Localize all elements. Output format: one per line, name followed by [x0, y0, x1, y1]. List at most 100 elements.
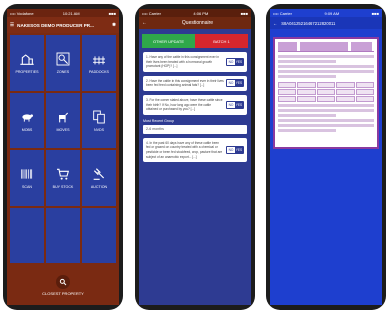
document-header	[278, 42, 374, 52]
yes-option[interactable]: YES	[235, 80, 243, 87]
document-line	[278, 70, 374, 73]
tile-properties[interactable]: PROPERTIES	[10, 35, 44, 91]
document-line	[278, 65, 374, 68]
paddock-icon	[93, 56, 105, 65]
page-title: Questionnaire	[181, 20, 214, 26]
tile-empty	[46, 207, 80, 263]
question-card: 1. Have any of the cattle in this consig…	[143, 52, 247, 72]
question-card: 4. In the past 60 days have any of these…	[143, 137, 247, 163]
status-bar: •••• Vodafone 10:21 AM ■■■	[7, 9, 119, 17]
barcode-icon	[21, 169, 33, 179]
no-option[interactable]: NO	[227, 146, 235, 153]
question-text: 2. Have the cattle in this consignment e…	[146, 78, 224, 88]
tile-empty	[82, 207, 116, 263]
tile-label: MOBS	[21, 127, 33, 132]
app-header: ← S8A04125216467212820011	[270, 17, 382, 29]
gavel-icon	[93, 168, 105, 181]
tile-label: PROPERTIES	[15, 70, 39, 75]
yes-no-toggle[interactable]: NO YES	[226, 145, 244, 154]
hamburger-icon[interactable]: ☰	[10, 22, 14, 28]
tile-buy-stock[interactable]: BUY STOCK	[46, 150, 80, 206]
yes-no-toggle[interactable]: NO YES	[226, 57, 244, 66]
document-line	[278, 129, 336, 132]
yes-no-toggle[interactable]: NO YES	[226, 79, 244, 88]
battery-icon: ■■■	[108, 10, 116, 16]
no-option[interactable]: NO	[227, 80, 235, 87]
status-bar: •••• Carrier 4:06 PM ■■■	[139, 9, 251, 17]
tile-moves[interactable]: MOVES	[46, 92, 80, 148]
tab-other-update[interactable]: OTHER UPDATE	[142, 34, 195, 48]
document-line	[278, 104, 374, 107]
tile-auction[interactable]: AUCTION	[82, 150, 116, 206]
dog-icon: ✽	[112, 22, 116, 27]
time-text: 9:09 AM	[324, 10, 340, 16]
app-title: NAKESOS DEMO PRODUCER PR...	[17, 22, 94, 28]
tile-mobs[interactable]: MOBS	[10, 92, 44, 148]
yes-option[interactable]: YES	[235, 58, 243, 65]
search-icon	[56, 274, 70, 289]
farm-icon	[20, 54, 34, 66]
tile-empty	[10, 207, 44, 263]
cart-icon	[57, 169, 70, 180]
phone-dashboard: •••• Vodafone 10:21 AM ■■■ ☰ NAKESOS DEM…	[3, 4, 123, 310]
tab-bar: OTHER UPDATE BATCH 1	[142, 34, 248, 48]
yes-no-toggle[interactable]: NO YES	[226, 100, 244, 109]
document-line	[278, 109, 374, 112]
question-text: 4. In the past 60 days have any of these…	[146, 140, 223, 159]
battery-icon: ■■■	[240, 10, 248, 16]
document-line	[278, 55, 374, 58]
document-line	[278, 119, 374, 122]
document-line	[278, 114, 336, 117]
time-text: 4:06 PM	[193, 10, 209, 16]
closest-property-label: CLOSEST PROPERTY	[42, 290, 84, 296]
tile-label: BUY STOCK	[52, 185, 74, 190]
document-line	[278, 60, 336, 63]
phone-questionnaire: •••• Carrier 4:06 PM ■■■ ← Questionnaire…	[135, 4, 255, 310]
tile-label: PADDOCKS	[89, 70, 109, 75]
questionnaire-screen: •••• Carrier 4:06 PM ■■■ ← Questionnaire…	[139, 9, 251, 305]
app-header: ← Questionnaire	[139, 17, 251, 29]
no-option[interactable]: NO	[227, 101, 235, 108]
question-text: 1. Have any of the cattle in this consig…	[146, 55, 219, 69]
tile-nvds[interactable]: NVDS	[82, 92, 116, 148]
document-screen: •••• Carrier 9:09 AM ■■■ ← S8A0412521646…	[270, 9, 382, 305]
dashboard-screen: •••• Vodafone 10:21 AM ■■■ ☰ NAKESOS DEM…	[7, 9, 119, 305]
battery-icon: ■■■	[371, 10, 379, 16]
tile-label: AUCTION	[90, 185, 108, 190]
recent-group-input[interactable]: 2-6 months	[143, 124, 247, 134]
map-zone-icon	[56, 52, 70, 66]
question-text: 3. For the owner stated above, have thes…	[146, 97, 223, 112]
phone-document-view: •••• Carrier 9:09 AM ■■■ ← S8A0412521646…	[266, 4, 386, 310]
tile-zones[interactable]: ZONES	[46, 35, 80, 91]
time-text: 10:21 AM	[62, 10, 80, 16]
sheep-icon	[22, 114, 33, 122]
question-card: 3. For the owner stated above, have thes…	[143, 94, 247, 115]
carrier-text: •••• Vodafone	[10, 10, 34, 16]
cattle-icon	[59, 112, 69, 123]
document-preview[interactable]	[273, 37, 379, 149]
status-bar: •••• Carrier 9:09 AM ■■■	[270, 9, 382, 17]
tile-label: SCAN	[22, 185, 32, 190]
carrier-text: •••• Carrier	[273, 10, 292, 16]
tile-label: NVDS	[94, 127, 104, 132]
tab-batch[interactable]: BATCH 1	[195, 34, 248, 48]
menu-grid: PROPERTIES ZONES PADDOCKS MOBS MOVES NVD…	[10, 35, 116, 263]
document-line	[278, 75, 336, 78]
no-option[interactable]: NO	[227, 58, 235, 65]
yes-option[interactable]: YES	[235, 146, 243, 153]
closest-property-button[interactable]: CLOSEST PROPERTY	[7, 265, 119, 305]
input-label: Most Recent Group	[143, 118, 175, 123]
tile-label: MOVES	[56, 127, 70, 132]
document-id: S8A04125216467212820011	[281, 20, 336, 26]
app-header: ☰ NAKESOS DEMO PRODUCER PR... ✽	[7, 17, 119, 33]
question-card: 2. Have the cattle in this consignment e…	[143, 75, 247, 91]
tile-label: ZONES	[56, 70, 70, 75]
document-line	[278, 124, 374, 127]
back-arrow-icon[interactable]: ←	[273, 21, 277, 26]
carrier-text: •••• Carrier	[142, 10, 161, 16]
tile-paddocks[interactable]: PADDOCKS	[82, 35, 116, 91]
yes-option[interactable]: YES	[235, 101, 243, 108]
documents-icon	[93, 110, 105, 124]
document-table	[278, 82, 374, 102]
tile-scan[interactable]: SCAN	[10, 150, 44, 206]
